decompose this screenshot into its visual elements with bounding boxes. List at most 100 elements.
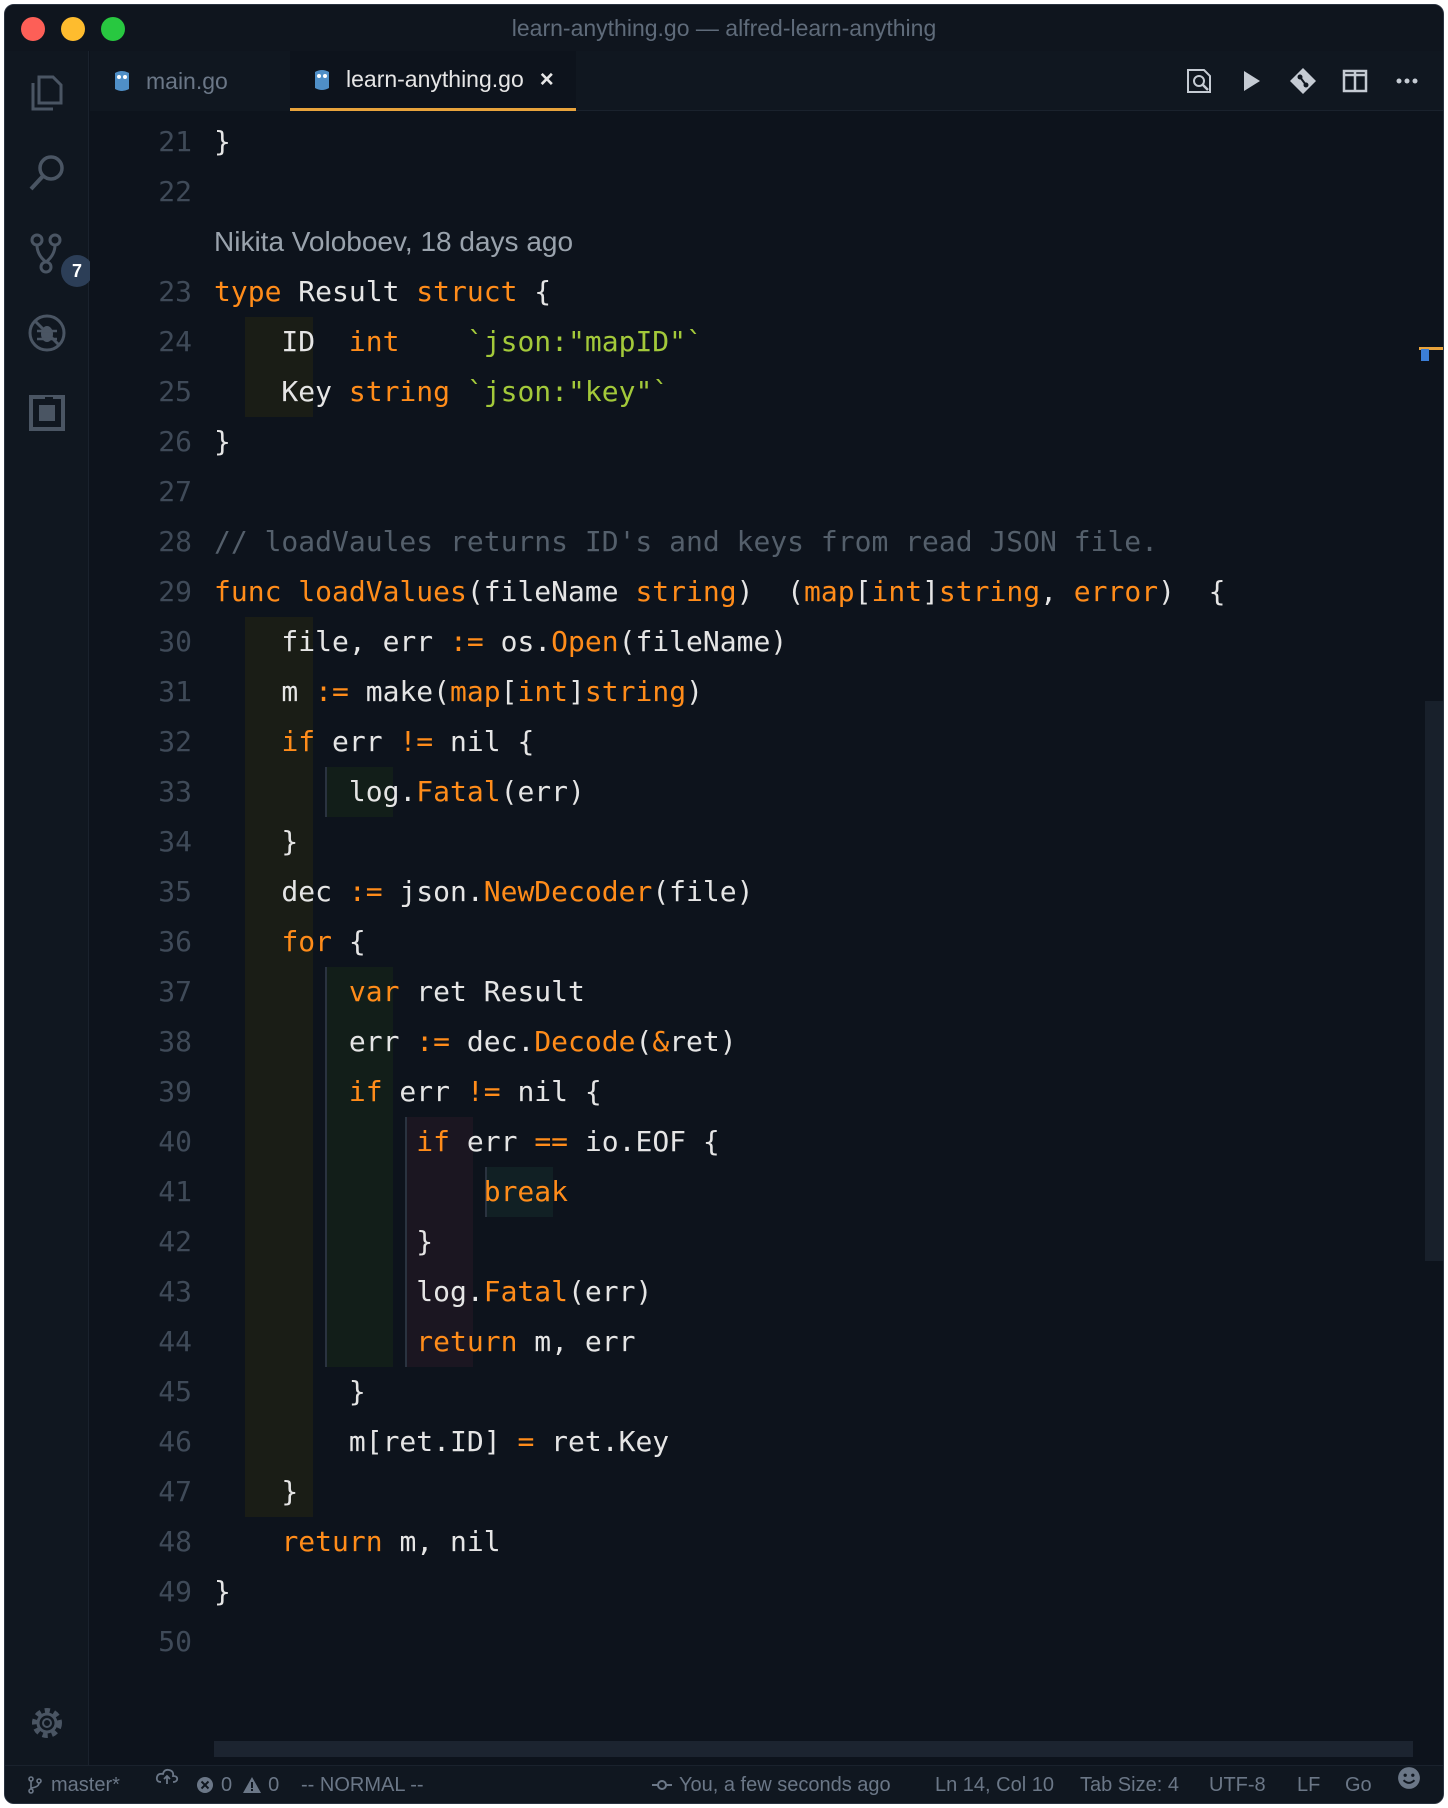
code-token: !=	[399, 725, 434, 758]
code-token: string	[938, 575, 1041, 608]
code-token: loadValues	[298, 575, 467, 608]
code-line[interactable]: 32 if err != nil {	[90, 717, 1390, 767]
more-actions-button[interactable]	[1381, 55, 1433, 107]
code-line[interactable]: 46 m[ret.ID] = ret.Key	[90, 1417, 1390, 1467]
close-tab-icon[interactable]: ×	[540, 66, 554, 94]
code-editor[interactable]: 21} 22 Nikita Voloboev, 18 days ago 23 type …	[90, 111, 1443, 1765]
code-line[interactable]: 47 }	[90, 1467, 1390, 1517]
code-line[interactable]: 44 return m, err	[90, 1317, 1390, 1367]
language-mode[interactable]: Go	[1345, 1766, 1372, 1803]
code-token: [	[854, 575, 872, 608]
code-token: map	[450, 675, 501, 708]
line-content: if err == io.EOF {	[214, 1117, 719, 1167]
git-compare-button[interactable]	[1277, 55, 1329, 107]
activity-bar: 7	[5, 51, 93, 1765]
line-content: }	[214, 1217, 433, 1267]
code-line[interactable]: 23 type Result struct {	[90, 267, 1390, 317]
branch-indicator[interactable]: master*	[25, 1766, 120, 1803]
code-line[interactable]: 24 ID int `json:"mapID"`	[90, 317, 1390, 367]
code-token: {	[517, 275, 552, 308]
extensions-button[interactable]	[23, 389, 71, 437]
tab-learn-anything-go[interactable]: learn-anything.go ×	[290, 51, 576, 111]
line-content: log.Fatal(err)	[214, 767, 585, 817]
tab-size[interactable]: Tab Size: 4	[1080, 1766, 1179, 1803]
code-token: }	[214, 1225, 434, 1258]
code-token: }	[214, 1575, 231, 1608]
run-icon	[1244, 71, 1260, 91]
code-line[interactable]: 48 return m, nil	[90, 1517, 1390, 1567]
cursor-position[interactable]: Ln 14, Col 10	[935, 1766, 1054, 1803]
code-line[interactable]: 43 log.Fatal(err)	[90, 1267, 1390, 1317]
code-line[interactable]: 27	[90, 467, 1390, 517]
code-line[interactable]: 30 file, err := os.Open(fileName)	[90, 617, 1390, 667]
code-line[interactable]: 21}	[90, 117, 1390, 167]
editor-window: learn-anything.go — alfred-learn-anythin…	[4, 4, 1444, 1804]
problems-indicator[interactable]: 0 0	[195, 1766, 279, 1803]
line-number: 46	[158, 1425, 192, 1458]
tab-label: learn-anything.go	[346, 66, 524, 92]
code-line[interactable]: 28 // loadVaules returns ID's and keys fr…	[90, 517, 1390, 567]
code-line[interactable]: 26}	[90, 417, 1390, 467]
tab-main-go[interactable]: main.go	[90, 51, 290, 111]
code-line[interactable]: 41 break	[90, 1167, 1390, 1217]
horizontal-scrollbar[interactable]	[214, 1741, 1413, 1757]
error-icon	[197, 1777, 213, 1793]
settings-button[interactable]	[23, 1699, 71, 1747]
source-control-button[interactable]: 7	[23, 229, 93, 287]
code-line[interactable]: 45 }	[90, 1367, 1390, 1417]
explorer-button[interactable]	[23, 69, 71, 117]
code-line[interactable]: 22	[90, 167, 1390, 217]
code-token: if	[281, 725, 316, 758]
search-button[interactable]	[23, 149, 71, 197]
code-line[interactable]: 35 dec := json.NewDecoder(file)	[90, 867, 1390, 917]
code-line[interactable]: 29 func loadValues(fileName string) (map[…	[90, 567, 1390, 617]
code-token: }	[214, 1375, 366, 1408]
code-token: Open	[551, 625, 619, 658]
code-line[interactable]: 25 Key string `json:"key"`	[90, 367, 1390, 417]
code-line[interactable]: 38 err := dec.Decode(&ret)	[90, 1017, 1390, 1067]
code-line[interactable]: 37 var ret Result	[90, 967, 1390, 1017]
code-line[interactable]: 34 }	[90, 817, 1390, 867]
line-content: break	[214, 1167, 568, 1217]
code-token: err	[315, 725, 400, 758]
line-content: // loadVaules returns ID's and keys from…	[214, 517, 1158, 567]
gopher-icon	[315, 69, 329, 90]
smiley-icon	[1398, 1767, 1420, 1789]
code-token: :=	[348, 875, 383, 908]
vertical-scrollbar[interactable]	[1425, 701, 1443, 1261]
encoding[interactable]: UTF-8	[1209, 1766, 1266, 1803]
code-line[interactable]: 39 if err != nil {	[90, 1067, 1390, 1117]
line-content: func loadValues(fileName string) (map[in…	[214, 567, 1226, 617]
line-number: 28	[158, 525, 192, 558]
code-line[interactable]: 49}	[90, 1567, 1390, 1617]
code-token: Key	[214, 375, 349, 408]
line-ending[interactable]: LF	[1297, 1766, 1320, 1803]
code-line[interactable]: 40 if err == io.EOF {	[90, 1117, 1390, 1167]
line-number: 24	[158, 325, 192, 358]
line-number: 33	[158, 775, 192, 808]
code-token: }	[214, 825, 299, 858]
run-button[interactable]	[1225, 55, 1277, 107]
code-line[interactable]: 33 log.Fatal(err)	[90, 767, 1390, 817]
open-changes-button[interactable]	[1173, 55, 1225, 107]
sync-button[interactable]	[155, 1766, 185, 1786]
code-token: Fatal	[416, 775, 501, 808]
code-line[interactable]: 36 for {	[90, 917, 1390, 967]
feedback-button[interactable]	[1397, 1766, 1427, 1790]
code-line[interactable]: 50	[90, 1617, 1390, 1667]
debug-button[interactable]	[23, 309, 71, 357]
line-content: return m, err	[214, 1317, 635, 1367]
code-token: m, err	[517, 1325, 636, 1358]
code-token: !=	[466, 1075, 501, 1108]
blame-indicator[interactable]: You, a few seconds ago	[651, 1766, 891, 1803]
code-token: string	[348, 375, 451, 408]
split-editor-button[interactable]	[1329, 55, 1381, 107]
code-token: (fileName)	[618, 625, 788, 658]
code-line[interactable]: 42 }	[90, 1217, 1390, 1267]
code-line[interactable]: 31 m := make(map[int]string)	[90, 667, 1390, 717]
